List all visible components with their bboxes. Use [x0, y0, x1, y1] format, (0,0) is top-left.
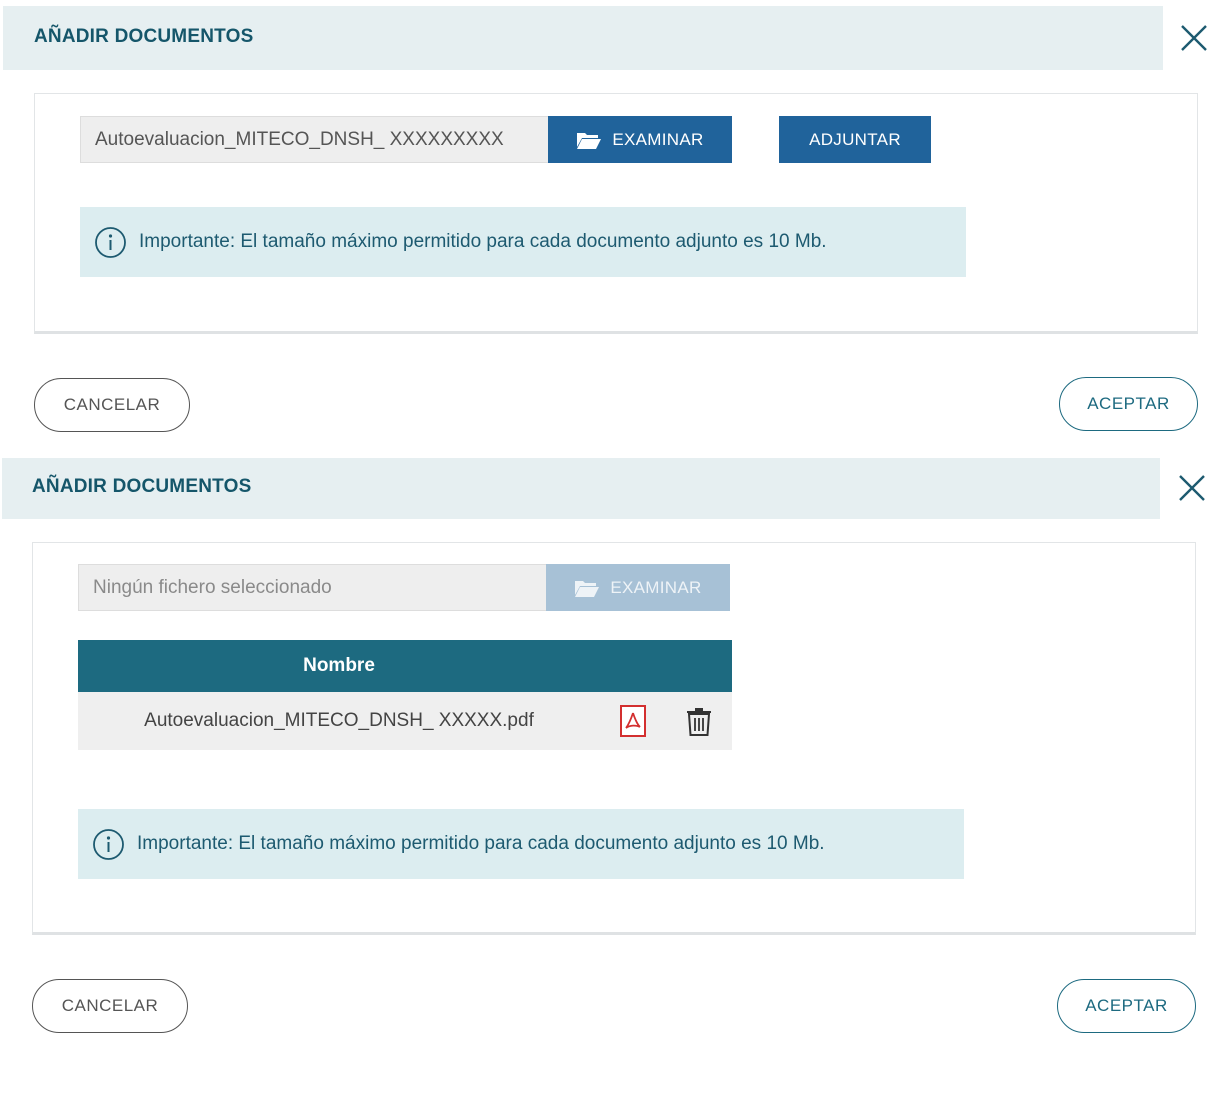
info-icon: [93, 828, 124, 860]
cancel-label: CANCELAR: [61, 996, 159, 1015]
cancel-button[interactable]: CANCELAR: [34, 378, 190, 432]
upload-panel: Ningún fichero seleccionado EXAMINAR Nom…: [32, 542, 1196, 935]
pdf-icon[interactable]: [618, 705, 648, 737]
table-header: Nombre: [78, 640, 732, 692]
dialog-title: AÑADIR DOCUMENTOS: [32, 476, 252, 497]
info-text: Importante: El tamaño máximo permitido p…: [137, 833, 825, 854]
document-name: Autoevaluacion_MITECO_DNSH_ XXXXX.pdf: [144, 710, 534, 731]
add-documents-dialog: AÑADIR DOCUMENTOS Autoevaluacion_MITECO_…: [0, 0, 1225, 450]
examinar-label: EXAMINAR: [612, 129, 704, 149]
upload-panel: Autoevaluacion_MITECO_DNSH_ XXXXXXXXX EX…: [34, 93, 1198, 334]
trash-icon[interactable]: [684, 705, 714, 737]
column-header-nombre: Nombre: [303, 655, 375, 676]
examinar-button[interactable]: EXAMINAR: [546, 564, 730, 611]
dialog-title: AÑADIR DOCUMENTOS: [34, 26, 254, 47]
info-message: Importante: El tamaño máximo permitido p…: [78, 809, 964, 879]
accept-label: ACEPTAR: [1085, 996, 1168, 1015]
info-message: Importante: El tamaño máximo permitido p…: [80, 207, 966, 277]
cancel-button[interactable]: CANCELAR: [32, 979, 188, 1033]
table-row: Autoevaluacion_MITECO_DNSH_ XXXXX.pdf: [78, 692, 732, 750]
accept-label: ACEPTAR: [1087, 394, 1170, 413]
adjuntar-button[interactable]: ADJUNTAR: [779, 116, 931, 163]
close-icon[interactable]: [1172, 468, 1212, 508]
info-text: Importante: El tamaño máximo permitido p…: [139, 231, 827, 252]
cancel-label: CANCELAR: [63, 395, 161, 414]
add-documents-dialog: AÑADIR DOCUMENTOS Ningún fichero selecci…: [0, 455, 1225, 1075]
info-icon: [95, 226, 126, 258]
close-icon[interactable]: [1174, 18, 1214, 58]
accept-button[interactable]: ACEPTAR: [1059, 377, 1198, 431]
dialog-header: AÑADIR DOCUMENTOS: [2, 458, 1160, 519]
file-name-field[interactable]: Autoevaluacion_MITECO_DNSH_ XXXXXXXXX: [80, 116, 550, 163]
examinar-button[interactable]: EXAMINAR: [548, 116, 732, 163]
examinar-label: EXAMINAR: [610, 577, 702, 597]
file-name-field[interactable]: Ningún fichero seleccionado: [78, 564, 548, 611]
folder-open-icon: [577, 132, 602, 149]
folder-open-icon: [575, 580, 600, 597]
adjuntar-label: ADJUNTAR: [809, 129, 901, 149]
documents-table: Nombre Autoevaluacion_MITECO_DNSH_ XXXXX…: [78, 640, 732, 750]
dialog-header: AÑADIR DOCUMENTOS: [3, 6, 1163, 70]
accept-button[interactable]: ACEPTAR: [1057, 979, 1196, 1033]
